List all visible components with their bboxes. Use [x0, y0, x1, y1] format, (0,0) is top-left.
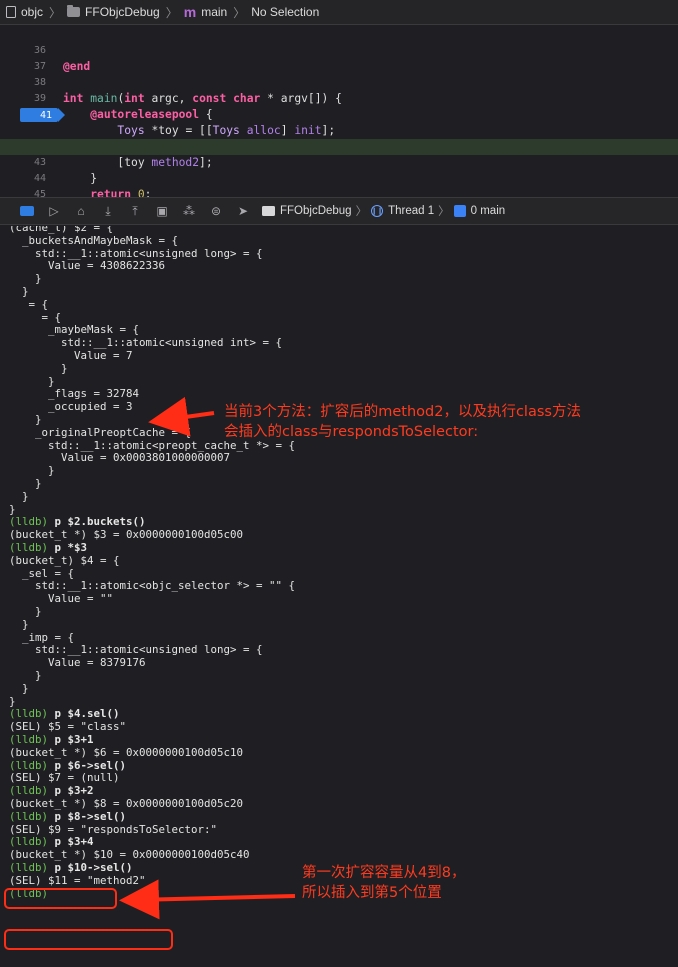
person-frame-icon	[453, 205, 466, 217]
breadcrumb-item-no-selection[interactable]: No Selection	[251, 5, 319, 19]
breadcrumb-item-objc[interactable]: objc	[6, 5, 43, 19]
breadcrumb-label: main	[201, 5, 228, 19]
console-output-line: }	[9, 617, 29, 631]
thread-label: Thread 1	[388, 205, 435, 217]
scheme-selector[interactable]: FFObjcDebug	[262, 205, 352, 217]
breakpoint-marker[interactable]: 41	[20, 108, 65, 122]
current-line-highlight: 43 }	[0, 139, 678, 185]
highlight-box-p3-plus-4	[4, 888, 117, 909]
file-icon	[6, 6, 16, 18]
chevron-right-icon: 〉	[355, 206, 368, 218]
continue-icon[interactable]: ▷	[47, 204, 61, 218]
breadcrumb-label: FFObjcDebug	[85, 5, 160, 19]
annotation-note-expansion: 第一次扩容容量从4到8， 所以插入到第5个位置	[302, 865, 466, 901]
chevron-right-icon: 〉	[165, 5, 178, 20]
method-m-icon: m	[183, 4, 197, 20]
console-output-line: }	[9, 681, 29, 695]
console-output-line: Value = 7	[9, 349, 133, 362]
console-output-line: }	[9, 669, 42, 682]
highlight-box-method2-result	[4, 929, 173, 950]
frame-selector[interactable]: 0 main	[453, 205, 506, 217]
breadcrumb-item-ffobjcdebug[interactable]: FFObjcDebug	[67, 5, 160, 19]
memory-graph-icon[interactable]: ⁂	[182, 204, 196, 218]
code-line: 38 int main(int argc, const char * argv[…	[0, 59, 678, 105]
code-line: 41 [toy method1];	[0, 107, 678, 153]
lldb-command-line: (lldb) p $10->sel()	[9, 861, 133, 874]
debug-view-hierarchy-icon[interactable]: ▣	[155, 204, 169, 218]
console-output-line: (bucket_t) $4 = {	[9, 553, 120, 567]
location-icon[interactable]: ➤	[236, 204, 250, 218]
scheme-label: FFObjcDebug	[280, 205, 352, 217]
step-over-icon[interactable]: ⌂	[74, 204, 88, 218]
step-out-icon[interactable]: ⤒	[128, 204, 142, 218]
chevron-right-icon: 〉	[233, 5, 246, 20]
thread-selector[interactable]: ❙❙ Thread 1	[371, 205, 434, 217]
console-output-line: }	[9, 413, 42, 426]
breadcrumb-item-main[interactable]: m main	[184, 4, 227, 20]
code-line: 44 return 0;	[0, 155, 678, 197]
environment-overrides-icon[interactable]: ⊜	[209, 204, 223, 218]
code-line: 42 [toy method2];	[0, 123, 678, 169]
terminal-icon	[262, 206, 275, 216]
console-output-line: = {	[9, 297, 49, 311]
code-line: 40 Toys *toy = [[Toys alloc] init];	[0, 91, 678, 137]
debug-toolbar: ▷ ⌂ ⤓ ⤒ ▣ ⁂ ⊜ ➤ FFObjcDebug 〉 ❙❙ Thread …	[0, 197, 678, 225]
code-line: 45 }	[0, 171, 678, 197]
console-output-line: }	[9, 285, 29, 298]
code-line: 39 @autoreleasepool {	[0, 75, 678, 121]
toggle-console-button[interactable]	[20, 206, 34, 216]
console-output-line: }	[9, 489, 29, 503]
breadcrumb-label: No Selection	[251, 5, 320, 19]
breadcrumb-label: objc	[21, 5, 44, 19]
console-output-line: }	[9, 605, 42, 618]
console-output-line: _bucketsAndMaybeMask = {	[9, 233, 179, 247]
annotation-note-methods: 当前3个方法：扩容后的method2，以及执行class方法 会插入的class…	[224, 404, 581, 440]
chevron-right-icon: 〉	[49, 5, 62, 20]
code-line: 36 @end	[0, 27, 678, 73]
chevron-right-icon: 〉	[438, 206, 450, 218]
code-editor[interactable]: 36 @end 37 38 int main(int argc, const c…	[0, 25, 678, 197]
thread-icon: ❙❙	[371, 205, 384, 217]
code-line: 46	[0, 187, 678, 197]
code-line: 37	[0, 43, 678, 72]
lldb-command-line: (lldb) p $8->sel()	[9, 809, 127, 823]
console-output-line: _originalPreoptCache = {	[9, 425, 192, 439]
console-output-line: }	[9, 361, 68, 375]
frame-label: 0 main	[470, 205, 506, 217]
console-output-line: }	[9, 477, 42, 490]
lldb-command-line: (lldb) p $3+1	[9, 733, 94, 746]
lldb-command-line: (lldb) p *$3	[9, 541, 88, 554]
step-into-icon[interactable]: ⤓	[101, 204, 115, 218]
folder-icon	[67, 5, 81, 17]
debug-console[interactable]: (cache_t) $2 = { _bucketsAndMaybeMask = …	[0, 226, 678, 967]
breadcrumb: objc 〉 FFObjcDebug 〉 m main 〉 No Selecti…	[0, 0, 678, 25]
